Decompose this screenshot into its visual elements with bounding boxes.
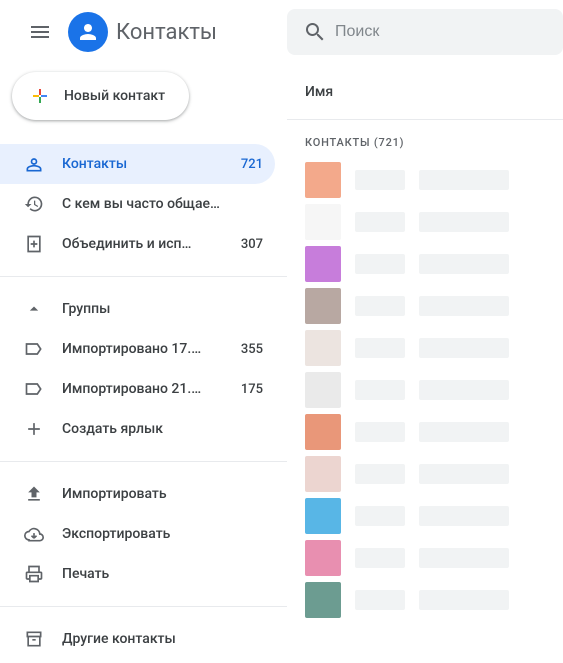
redacted-text xyxy=(355,170,405,190)
print-icon xyxy=(24,564,44,584)
redacted-text xyxy=(355,296,405,316)
person-outline-icon xyxy=(24,154,44,174)
redacted-text xyxy=(419,506,509,526)
sidebar-label-item[interactable]: Импортировано 17.… 355 xyxy=(0,329,275,369)
divider xyxy=(0,461,287,462)
app-header: Контакты xyxy=(0,0,287,64)
divider xyxy=(0,606,287,607)
sidebar-print[interactable]: Печать xyxy=(0,554,275,594)
sidebar-item-frequent[interactable]: С кем вы часто общае… xyxy=(0,184,275,224)
app-logo xyxy=(68,12,108,52)
redacted-text xyxy=(355,548,405,568)
plus-small-icon xyxy=(24,419,44,439)
redacted-text xyxy=(419,380,509,400)
sidebar-item-label: Импортировано 21.… xyxy=(62,381,233,397)
sidebar-label-item[interactable]: Импортировано 21.… 175 xyxy=(0,369,275,409)
redacted-text xyxy=(355,380,405,400)
sidebar-item-label: Другие контакты xyxy=(62,631,263,647)
sidebar-item-count: 307 xyxy=(241,237,263,252)
main-menu-button[interactable] xyxy=(16,8,64,56)
contact-row[interactable] xyxy=(287,369,563,411)
sidebar-item-label: Контакты xyxy=(62,156,233,172)
redacted-text xyxy=(355,254,405,274)
redacted-text xyxy=(419,170,509,190)
avatar xyxy=(305,246,341,282)
avatar xyxy=(305,414,341,450)
contact-row[interactable] xyxy=(287,579,563,621)
sidebar-item-count: 721 xyxy=(241,157,263,172)
contact-row[interactable] xyxy=(287,285,563,327)
redacted-text xyxy=(419,590,509,610)
redacted-text xyxy=(355,464,405,484)
hamburger-icon xyxy=(28,20,52,44)
merge-icon xyxy=(24,234,44,254)
sidebar-item-merge[interactable]: Объединить и исп… 307 xyxy=(0,224,275,264)
avatar xyxy=(305,582,341,618)
sidebar-item-label: Группы xyxy=(62,301,263,317)
contact-row[interactable] xyxy=(287,327,563,369)
sidebar-item-label: Создать ярлык xyxy=(62,421,263,437)
redacted-text xyxy=(355,212,405,232)
sidebar-export[interactable]: Экспортировать xyxy=(0,514,275,554)
sidebar-item-label: Импортировано 17.… xyxy=(62,341,233,357)
sidebar-item-label: Объединить и исп… xyxy=(62,236,233,252)
sidebar-item-label: С кем вы часто общае… xyxy=(62,196,263,212)
sidebar-item-label: Печать xyxy=(62,566,263,582)
avatar xyxy=(305,204,341,240)
search-icon xyxy=(295,12,335,52)
label-icon xyxy=(24,339,44,359)
redacted-text xyxy=(419,464,509,484)
plus-icon xyxy=(28,84,52,108)
redacted-text xyxy=(419,212,509,232)
search-field[interactable] xyxy=(287,9,563,55)
person-icon xyxy=(76,20,100,44)
archive-icon xyxy=(24,629,44,649)
redacted-text xyxy=(419,296,509,316)
avatar xyxy=(305,162,341,198)
column-header-name: Имя xyxy=(287,64,563,120)
contact-row[interactable] xyxy=(287,201,563,243)
contact-list xyxy=(287,159,563,621)
avatar xyxy=(305,498,341,534)
avatar xyxy=(305,456,341,492)
upload-icon xyxy=(24,484,44,504)
chevron-up-icon xyxy=(24,299,44,319)
avatar xyxy=(305,540,341,576)
avatar xyxy=(305,288,341,324)
redacted-text xyxy=(419,338,509,358)
sidebar-item-contacts[interactable]: Контакты 721 xyxy=(0,144,275,184)
search-input[interactable] xyxy=(335,23,555,41)
new-contact-button[interactable]: Новый контакт xyxy=(12,72,189,120)
avatar xyxy=(305,372,341,408)
sidebar-create-label[interactable]: Создать ярлык xyxy=(0,409,275,449)
contact-row[interactable] xyxy=(287,537,563,579)
contact-row[interactable] xyxy=(287,243,563,285)
label-icon xyxy=(24,379,44,399)
redacted-text xyxy=(355,422,405,442)
redacted-text xyxy=(419,548,509,568)
contact-row[interactable] xyxy=(287,159,563,201)
contact-row[interactable] xyxy=(287,411,563,453)
redacted-text xyxy=(355,338,405,358)
sidebar-other-contacts[interactable]: Другие контакты xyxy=(0,619,275,659)
sidebar-item-label: Импортировать xyxy=(62,486,263,502)
sidebar-item-label: Экспортировать xyxy=(62,526,263,542)
redacted-text xyxy=(355,506,405,526)
new-contact-label: Новый контакт xyxy=(64,88,165,104)
divider xyxy=(0,276,287,277)
redacted-text xyxy=(355,590,405,610)
sidebar-labels-header[interactable]: Группы xyxy=(0,289,275,329)
contact-row[interactable] xyxy=(287,453,563,495)
contacts-section-label: КОНТАКТЫ (721) xyxy=(287,120,563,159)
app-title: Контакты xyxy=(116,20,217,45)
contact-row[interactable] xyxy=(287,495,563,537)
sidebar-import[interactable]: Импортировать xyxy=(0,474,275,514)
redacted-text xyxy=(419,422,509,442)
cloud-download-icon xyxy=(24,524,44,544)
history-icon xyxy=(24,194,44,214)
avatar xyxy=(305,330,341,366)
sidebar-item-count: 355 xyxy=(241,342,263,357)
redacted-text xyxy=(419,254,509,274)
sidebar-item-count: 175 xyxy=(241,382,263,397)
